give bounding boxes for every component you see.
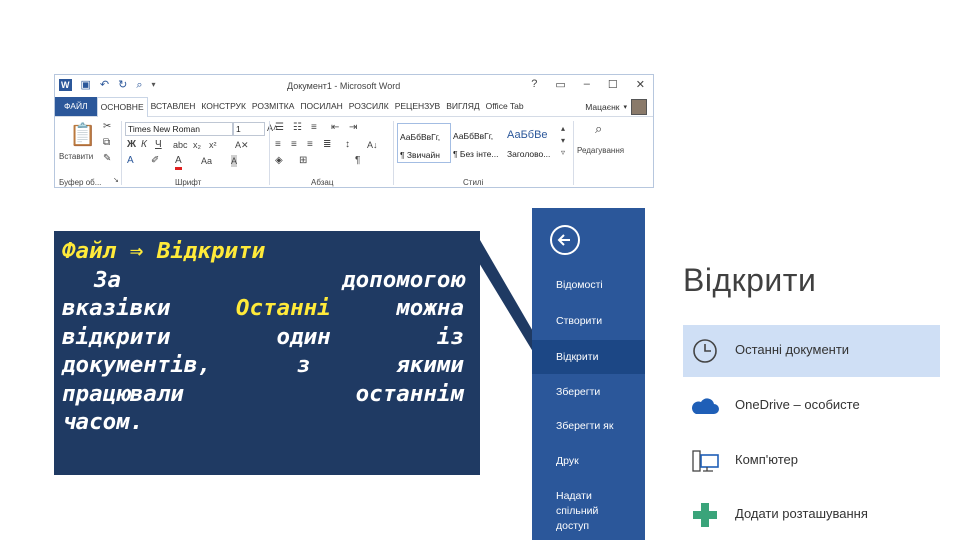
text-line-1: Файл ⇒ Відкрити bbox=[62, 237, 464, 266]
text-word: вказівки bbox=[62, 295, 171, 321]
text-word: із bbox=[436, 323, 464, 350]
location-onedrive[interactable]: OneDrive – особисте bbox=[683, 380, 940, 432]
text-word: можна bbox=[396, 295, 464, 321]
arrow-symbol: ⇒ bbox=[129, 238, 144, 264]
text-line-4: відкрити один із bbox=[62, 323, 464, 352]
backstage-sidebar: Відомості Створити Відкрити Зберегти Збе… bbox=[532, 208, 645, 540]
text-word: відкрити bbox=[62, 323, 171, 350]
location-add-place[interactable]: Додати розташування bbox=[683, 489, 940, 541]
text-word: допомогою bbox=[342, 266, 464, 293]
computer-icon bbox=[692, 450, 719, 472]
text-line-5: документів, з якими bbox=[62, 351, 464, 380]
location-label: OneDrive – особисте bbox=[735, 397, 860, 412]
back-button[interactable] bbox=[550, 225, 580, 255]
backstage-item-share[interactable]: Надати спільний доступ bbox=[532, 489, 622, 534]
text-line-6: працювали останнім bbox=[62, 380, 464, 409]
backstage-item-open[interactable]: Відкрити bbox=[532, 340, 645, 374]
backstage-item-save[interactable]: Зберегти bbox=[532, 385, 645, 400]
backstage-item-print[interactable]: Друк bbox=[532, 454, 645, 469]
explanation-panel: Файл ⇒ Відкрити За допомогою вказівки Ос… bbox=[54, 231, 480, 475]
location-recent[interactable]: Останні документи bbox=[683, 325, 940, 377]
location-label: Додати розташування bbox=[735, 506, 868, 521]
cloud-icon bbox=[692, 398, 719, 414]
text-word: документів, bbox=[62, 352, 212, 378]
text-word: один bbox=[276, 323, 331, 350]
back-arrow-icon bbox=[557, 234, 570, 246]
backstage-item-new[interactable]: Створити bbox=[532, 314, 645, 329]
page-title: Відкрити bbox=[683, 262, 817, 298]
text-word: працювали bbox=[62, 380, 184, 407]
text-line-7: часом. bbox=[62, 408, 464, 437]
text-word: якими bbox=[396, 352, 464, 378]
text-word: За bbox=[94, 266, 122, 293]
open-word: Відкрити bbox=[156, 238, 266, 264]
location-label: Комп'ютер bbox=[735, 452, 798, 467]
text-word: з bbox=[296, 352, 311, 378]
text-line-3: вказівки Останні можна bbox=[62, 294, 464, 323]
file-word: Файл bbox=[62, 238, 117, 264]
text-word: останнім bbox=[355, 380, 464, 407]
recent-word: Останні bbox=[235, 295, 331, 321]
location-label: Останні документи bbox=[735, 342, 850, 357]
plus-icon bbox=[693, 503, 717, 527]
text-line-2: За допомогою bbox=[62, 266, 464, 295]
clock-icon bbox=[693, 339, 717, 363]
backstage-item-save-as[interactable]: Зберегти як bbox=[532, 419, 645, 434]
location-computer[interactable]: Комп'ютер bbox=[683, 435, 940, 487]
text-word: часом. bbox=[62, 409, 144, 435]
backstage-item-info[interactable]: Відомості bbox=[532, 278, 645, 293]
